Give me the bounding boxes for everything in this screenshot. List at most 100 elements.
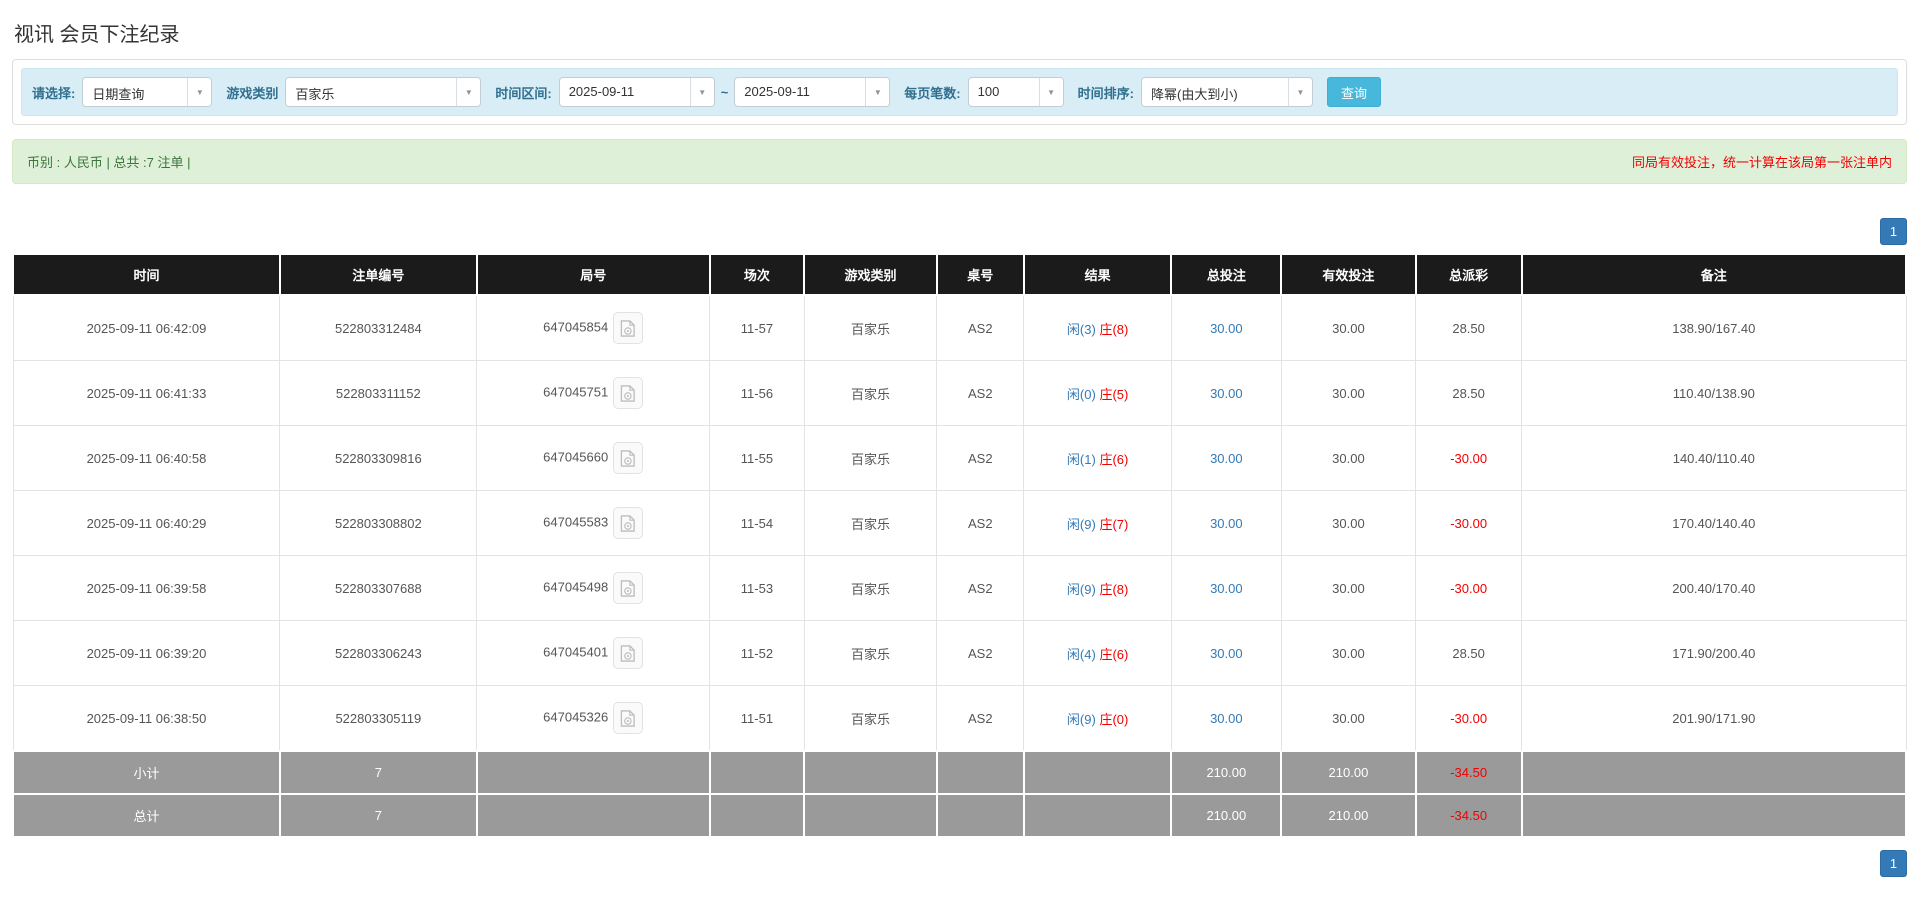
total-bet-link[interactable]: 30.00 [1210,581,1243,596]
game-type-cell: 百家乐 [803,685,938,752]
video-file-icon [620,514,636,532]
col-header-result: 结果 [1022,253,1173,296]
chevron-down-icon[interactable]: ▼ [187,78,212,106]
search-button[interactable]: 查询 [1326,77,1381,107]
payout-cell: -30.00 [1415,425,1523,491]
game-type-cell: 百家乐 [803,490,938,556]
bet-time-cell: 2025-09-11 06:41:33 [12,360,281,426]
query-type-select[interactable]: 日期查询 ▼ [82,77,213,107]
round-number: 647045583 [543,514,609,530]
subtotal-payout: -34.50 [1414,750,1523,795]
result-player: 闲(9) [1066,711,1096,727]
page-size-group: 每页笔数: 100 ▼ [904,77,1064,107]
col-header-bet-id: 注单编号 [278,253,478,296]
video-file-icon [620,644,636,662]
col-header-total-bet: 总投注 [1170,253,1283,296]
table-no-cell: AS2 [936,555,1025,621]
result-player: 闲(0) [1066,386,1096,402]
remark-cell: 200.40/170.40 [1521,555,1907,621]
query-type-label: 请选择: [32,85,76,101]
payout-cell: 28.50 [1415,620,1523,686]
result-player: 闲(4) [1066,646,1096,662]
remark-cell: 110.40/138.90 [1521,360,1907,426]
total-bet-cell: 30.00 [1170,490,1282,556]
session-cell: 11-51 [709,685,805,752]
table-row: 2025-09-11 06:41:33 522803311152 6470457… [12,360,1907,426]
video-replay-button[interactable] [613,442,644,474]
bet-time-cell: 2025-09-11 06:38:50 [12,685,281,752]
subtotal-total-bet: 210.00 [1170,750,1283,795]
game-type-cell: 百家乐 [803,425,938,491]
result-cell: 闲(4) 庄(6) [1023,620,1172,686]
total-row: 总计 7 210.00 210.00 -34.50 [12,793,1908,838]
total-valid-bet: 210.00 [1280,793,1417,838]
total-total-bet: 210.00 [1170,793,1283,838]
video-file-icon [620,384,636,402]
table-totals: 小计 7 210.00 210.00 -34.50 总计 7 210.00 21… [12,750,1908,838]
total-bet-link[interactable]: 30.00 [1210,451,1243,466]
valid-bet-cell: 30.00 [1280,555,1417,621]
total-bet-link[interactable]: 30.00 [1210,386,1243,401]
result-cell: 闲(3) 庄(8) [1023,294,1172,361]
bet-id-cell: 522803307688 [279,555,478,621]
round-number: 647045751 [543,384,609,400]
valid-bet-cell: 30.00 [1280,294,1417,361]
video-file-icon [620,319,636,337]
video-replay-button[interactable] [613,572,644,604]
col-header-valid-bet: 有效投注 [1280,253,1417,296]
payout-cell: -30.00 [1415,685,1523,752]
game-type-value: 百家乐 [295,87,335,102]
result-cell: 闲(0) 庄(5) [1023,360,1172,426]
chevron-down-icon[interactable]: ▼ [1287,78,1312,106]
table-body: 2025-09-11 06:42:09 522803312484 6470458… [12,294,1907,752]
total-bet-link[interactable]: 30.00 [1210,321,1243,336]
time-sort-select[interactable]: 降幂(由大到小) ▼ [1140,77,1313,107]
chevron-down-icon[interactable]: ▼ [689,78,714,106]
video-replay-button[interactable] [613,377,644,409]
chevron-down-icon[interactable]: ▼ [1038,78,1063,106]
total-bet-link[interactable]: 30.00 [1210,646,1243,661]
game-type-cell: 百家乐 [803,294,938,361]
round-cell: 647045401 [476,620,711,686]
video-replay-button[interactable] [613,507,644,539]
date-from-select[interactable]: 2025-09-11 ▼ [558,77,715,107]
table-no-cell: AS2 [936,620,1025,686]
page-button-1[interactable]: 1 [1880,850,1907,877]
page-button-1[interactable]: 1 [1880,218,1907,245]
valid-bet-cell: 30.00 [1280,360,1417,426]
time-sort-value: 降幂(由大到小) [1150,87,1238,102]
round-number: 647045401 [543,644,609,660]
chevron-down-icon[interactable]: ▼ [456,78,481,106]
table-no-cell: AS2 [936,490,1025,556]
result-player: 闲(9) [1066,581,1096,597]
chevron-down-icon[interactable]: ▼ [865,78,890,106]
total-bet-link[interactable]: 30.00 [1210,516,1243,531]
page-size-value: 100 [977,84,1000,99]
game-type-cell: 百家乐 [803,555,938,621]
page-size-select[interactable]: 100 ▼ [967,77,1064,107]
video-replay-button[interactable] [613,312,644,344]
total-bet-link[interactable]: 30.00 [1210,711,1243,726]
total-bet-cell: 30.00 [1170,294,1282,361]
date-range-group: 时间区间: 2025-09-11 ▼ ~ 2025-09-11 ▼ [495,77,891,107]
video-replay-button[interactable] [613,702,644,734]
page-size-label: 每页笔数: [904,85,961,101]
col-header-game: 游戏类别 [803,253,938,296]
time-sort-group: 时间排序: 降幂(由大到小) ▼ [1078,77,1313,107]
result-cell: 闲(1) 庄(6) [1023,425,1172,491]
date-to-value: 2025-09-11 [744,84,810,99]
total-label: 总计 [12,793,281,838]
date-range-label: 时间区间: [495,85,552,101]
video-replay-button[interactable] [613,637,644,669]
table-no-cell: AS2 [936,685,1025,752]
total-bet-cell: 30.00 [1170,360,1282,426]
payout-cell: -30.00 [1415,490,1523,556]
time-sort-label: 时间排序: [1077,85,1134,101]
table-row: 2025-09-11 06:42:09 522803312484 6470458… [12,294,1907,361]
session-cell: 11-54 [709,490,805,556]
game-type-select[interactable]: 百家乐 ▼ [285,77,482,107]
bet-id-cell: 522803311152 [279,360,478,426]
subtotal-row: 小计 7 210.00 210.00 -34.50 [12,750,1908,795]
table-row: 2025-09-11 06:40:58 522803309816 6470456… [12,425,1907,491]
date-to-select[interactable]: 2025-09-11 ▼ [734,77,891,107]
